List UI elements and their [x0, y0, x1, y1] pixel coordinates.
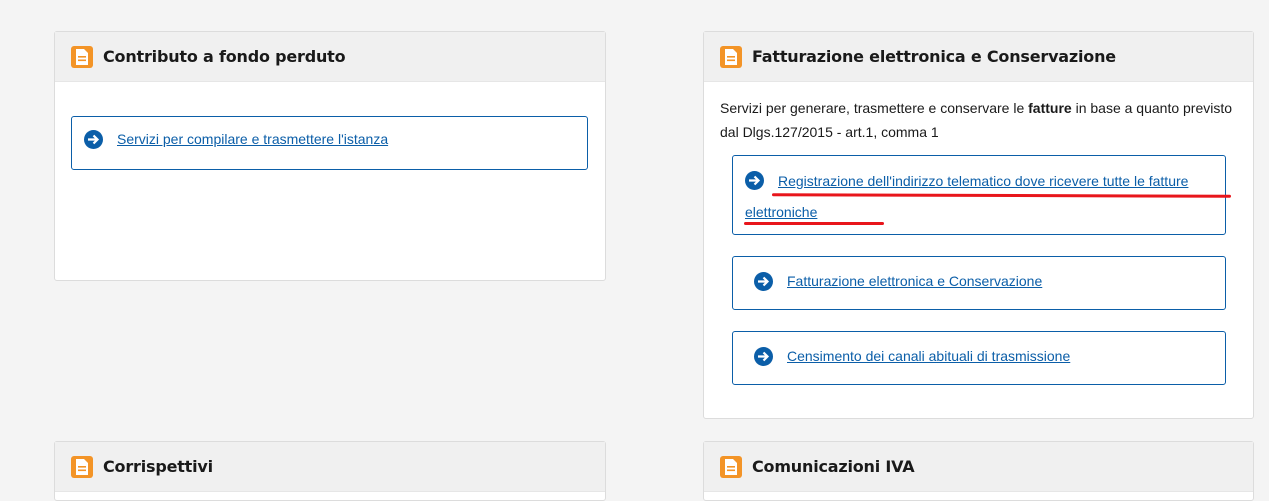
document-icon	[720, 45, 742, 68]
card-header: Corrispettivi	[55, 442, 605, 492]
link-label[interactable]: Fatturazione elettronica e Conservazione	[787, 268, 1042, 294]
link-label[interactable]: Servizi per compilare e trasmettere l'is…	[117, 126, 388, 152]
link-label[interactable]: Censimento dei canali abituali di trasmi…	[787, 343, 1070, 369]
card-fatturazione: Fatturazione elettronica e Conservazione…	[703, 31, 1254, 419]
arrow-circle-right-icon	[754, 272, 773, 291]
document-icon	[71, 45, 93, 68]
card-description: Servizi per generare, trasmettere e cons…	[720, 100, 1233, 140]
card-title: Contributo a fondo perduto	[103, 47, 346, 66]
arrow-circle-right-icon	[84, 130, 103, 149]
arrow-circle-right-icon	[754, 347, 773, 366]
link-fatturazione-conservazione[interactable]: Fatturazione elettronica e Conservazione	[732, 256, 1226, 310]
card-header: Comunicazioni IVA	[704, 442, 1253, 492]
document-icon	[71, 455, 93, 478]
card-title: Corrispettivi	[103, 457, 213, 476]
card-contributo: Contributo a fondo perduto Servizi per c…	[54, 31, 606, 281]
card-title: Fatturazione elettronica e Conservazione	[752, 47, 1116, 66]
card-title: Comunicazioni IVA	[752, 457, 915, 476]
document-icon	[720, 455, 742, 478]
card-corrispettivi: Corrispettivi	[54, 441, 606, 501]
link-servizi-istanza[interactable]: Servizi per compilare e trasmettere l'is…	[71, 116, 588, 170]
arrow-circle-right-icon	[745, 171, 764, 190]
card-header: Fatturazione elettronica e Conservazione	[704, 32, 1253, 82]
card-header: Contributo a fondo perduto	[55, 32, 605, 82]
card-comunicazioni-iva: Comunicazioni IVA	[703, 441, 1254, 501]
link-censimento-canali[interactable]: Censimento dei canali abituali di trasmi…	[732, 331, 1226, 385]
bold-fatture: fatture	[1028, 100, 1072, 116]
annotation-underline	[744, 222, 884, 225]
